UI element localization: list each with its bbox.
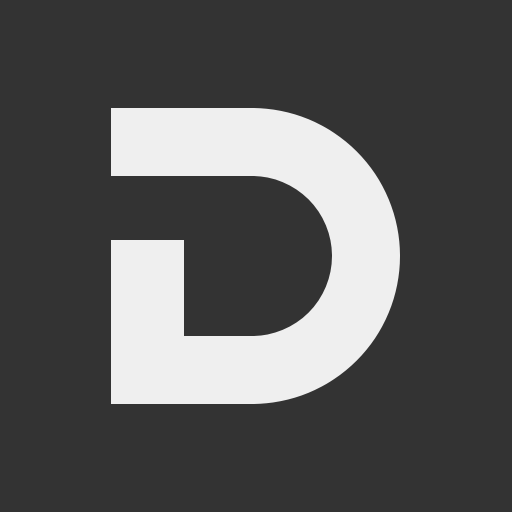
app-icon [0, 0, 512, 512]
d-logo-icon [111, 108, 400, 404]
d-letter-shape [111, 108, 400, 404]
